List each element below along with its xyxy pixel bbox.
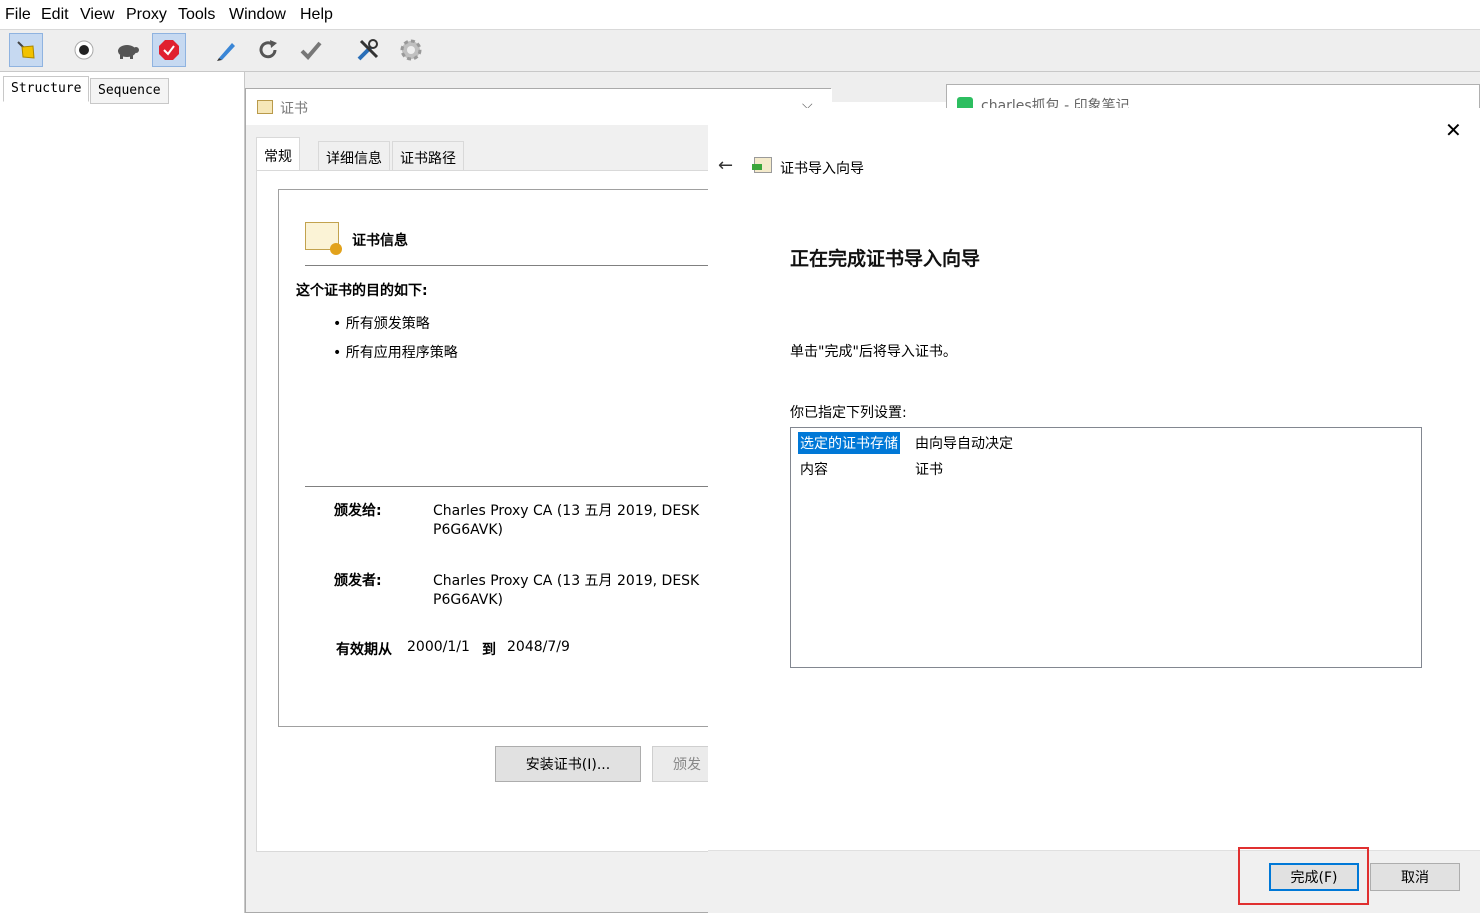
wizard-footer: 完成(F) 取消 xyxy=(708,847,1480,913)
throttle-turtle-icon[interactable] xyxy=(110,33,144,67)
issued-to-label: 颁发给: xyxy=(334,503,382,519)
valid-to-label: 到 xyxy=(482,642,496,658)
issued-to-value-cont: P6G6AVK) xyxy=(433,522,504,538)
purpose-item: • 所有颁发策略 xyxy=(333,316,430,332)
setting-value-content: 证书 xyxy=(915,462,943,478)
setting-key-store[interactable]: 选定的证书存储 xyxy=(798,432,900,454)
settings-label: 你已指定下列设置: xyxy=(790,405,907,421)
broom-icon[interactable] xyxy=(9,33,43,67)
cert-wizard-icon xyxy=(752,157,772,173)
settings-gear-icon[interactable] xyxy=(394,33,428,67)
breakpoints-icon[interactable] xyxy=(152,33,186,67)
menu-window[interactable]: Window xyxy=(229,6,286,24)
cert-info-heading: 证书信息 xyxy=(352,233,408,249)
repeat-icon[interactable] xyxy=(251,33,285,67)
purpose-item: • 所有应用程序策略 xyxy=(333,345,458,361)
issued-by-label: 颁发者: xyxy=(334,573,382,589)
validate-check-icon[interactable] xyxy=(294,33,328,67)
tools-icon[interactable] xyxy=(351,33,385,67)
wizard-instruction: 单击"完成"后将导入证书。 xyxy=(790,344,957,360)
issued-by-value: Charles Proxy CA (13 五月 2019, DESK xyxy=(433,573,700,589)
back-arrow-icon[interactable]: ← xyxy=(718,155,733,176)
valid-from-value: 2000/1/1 xyxy=(407,639,470,655)
compose-pen-icon[interactable] xyxy=(209,33,243,67)
valid-to-value: 2048/7/9 xyxy=(507,639,570,655)
issued-by-value-cont: P6G6AVK) xyxy=(433,592,504,608)
issued-to-value: Charles Proxy CA (13 五月 2019, DESK xyxy=(433,503,700,519)
menu-file[interactable]: File xyxy=(5,6,31,24)
tab-structure[interactable]: Structure xyxy=(3,76,90,102)
menu-help[interactable]: Help xyxy=(300,6,333,24)
menu-edit[interactable]: Edit xyxy=(41,6,69,24)
certificate-large-icon xyxy=(305,222,342,255)
wizard-heading: 正在完成证书导入向导 xyxy=(790,248,981,270)
menu-bar: File Edit View Proxy Tools Window Help xyxy=(0,0,1480,30)
cert-dialog-title: 证书 xyxy=(280,101,308,117)
cancel-button[interactable]: 取消 xyxy=(1370,863,1460,891)
wizard-header-title: 证书导入向导 xyxy=(780,161,864,177)
tab-details[interactable]: 详细信息 xyxy=(318,141,390,171)
record-icon[interactable] xyxy=(67,33,101,67)
menu-view[interactable]: View xyxy=(80,6,114,24)
settings-listbox[interactable]: 选定的证书存储 由向导自动决定 内容 证书 xyxy=(790,427,1422,668)
setting-value-store: 由向导自动决定 xyxy=(915,436,1013,452)
tab-cert-path[interactable]: 证书路径 xyxy=(392,141,464,171)
tab-general[interactable]: 常规 xyxy=(256,137,300,171)
purpose-heading: 这个证书的目的如下: xyxy=(296,283,428,299)
tab-sequence[interactable]: Sequence xyxy=(90,78,169,104)
install-certificate-button[interactable]: 安装证书(I)... xyxy=(495,746,641,782)
menu-tools[interactable]: Tools xyxy=(178,6,215,24)
certificate-icon xyxy=(257,100,273,114)
structure-pane: Structure Sequence xyxy=(0,72,245,913)
valid-from-label: 有效期从 xyxy=(336,642,392,658)
setting-key-content[interactable]: 内容 xyxy=(800,459,828,479)
close-icon[interactable]: ✕ xyxy=(1445,118,1462,142)
cert-import-wizard: ✕ ← 证书导入向导 正在完成证书导入向导 单击"完成"后将导入证书。 你已指定… xyxy=(708,108,1480,913)
menu-proxy[interactable]: Proxy xyxy=(126,6,167,24)
toolbar xyxy=(0,30,1480,72)
finish-button[interactable]: 完成(F) xyxy=(1269,863,1359,891)
